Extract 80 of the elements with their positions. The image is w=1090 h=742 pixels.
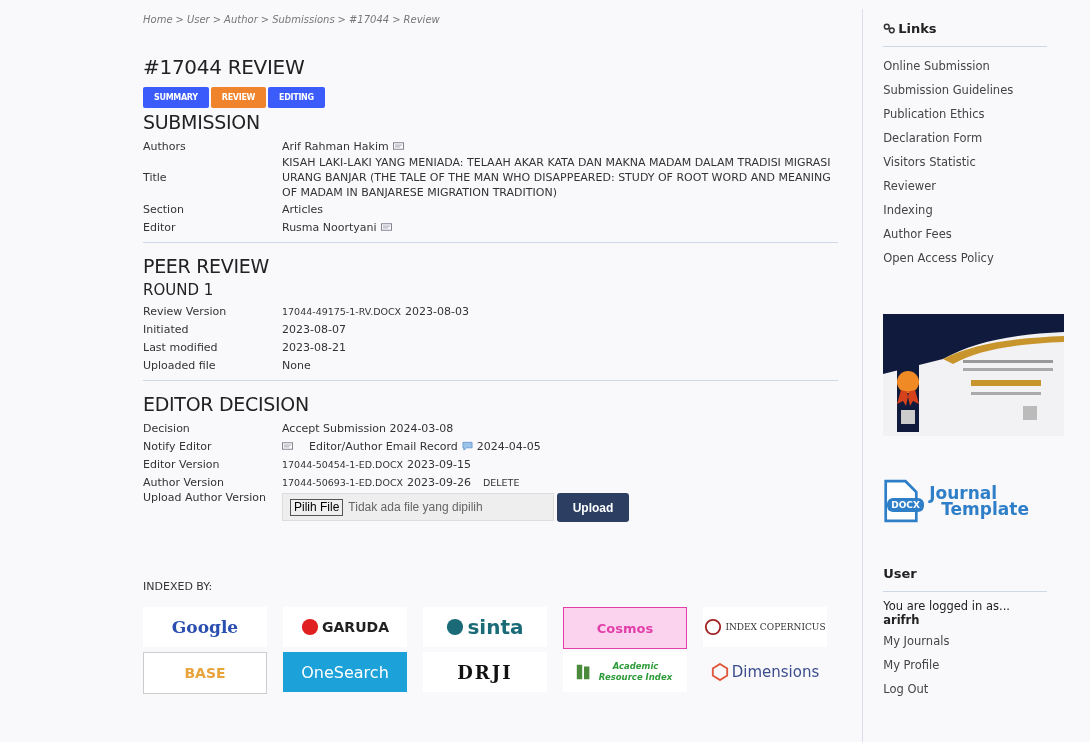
- indexer-logo[interactable]: INDEX COPERNICUS: [703, 607, 827, 647]
- field-label: Uploaded file: [143, 358, 217, 372]
- breadcrumb-link[interactable]: Submissions: [272, 14, 335, 25]
- sidebar-link[interactable]: Author Fees: [883, 222, 952, 246]
- breadcrumb-link[interactable]: Author: [224, 14, 258, 25]
- field-value: Articles: [282, 201, 324, 217]
- field-value: 2023-08-07: [282, 321, 346, 337]
- file-link[interactable]: 17044-50693-1-ED.DOCX: [282, 474, 404, 490]
- indexer-logo[interactable]: DRJI: [423, 652, 547, 692]
- field-label: Review Version: [143, 304, 228, 318]
- email-icon[interactable]: [392, 142, 404, 150]
- comment-icon[interactable]: [461, 441, 473, 451]
- journal-template-banner[interactable]: DOCX Journal Template: [883, 476, 1029, 526]
- breadcrumb-link[interactable]: Home: [143, 14, 173, 25]
- section-heading: EDITOR DECISION: [143, 393, 310, 415]
- page-title: #17044 REVIEW: [143, 55, 306, 79]
- indexed-by-label: INDEXED BY:: [143, 580, 214, 593]
- field-value: 2023-09-15: [407, 456, 471, 472]
- field-label: Section: [143, 202, 185, 216]
- round-heading: ROUND 1: [143, 281, 215, 299]
- breadcrumb-separator: >: [392, 14, 401, 25]
- sidebar-link[interactable]: Indexing: [883, 198, 933, 222]
- field-value: KISAH LAKI-LAKI YANG MENIADA: TELAAH AKAR KATA DAN MAKNA MADAM DALAM TRADISI MIGRASI URANG BANJAR (THE TALE OF THE MAN WHO DISAPPEARED: STUDY OF ROOT WORD AND MEANING OF MADAM IN BANJARESE MIGRATION TRADITION): [282, 155, 832, 200]
- sidebar-link[interactable]: Reviewer: [883, 174, 937, 198]
- field-value: Accept Submission 2024-03-08: [282, 420, 454, 436]
- sidebar-heading: User: [883, 566, 917, 581]
- login-status: You are logged in as...: [883, 599, 1010, 613]
- sidebar-link[interactable]: My Journals: [883, 629, 950, 653]
- field-label: Decision: [143, 421, 191, 435]
- file-input[interactable]: Pilih File Tidak ada file yang dipilih: [282, 493, 554, 521]
- breadcrumb-link[interactable]: User: [186, 14, 210, 25]
- field-value: Rusma Noortyani: [282, 219, 377, 235]
- indexer-logo[interactable]: GARUDA: [283, 607, 407, 647]
- breadcrumb-separator: >: [260, 14, 270, 25]
- username: arifrh: [883, 613, 920, 627]
- field-value: 2023-08-21: [282, 339, 346, 355]
- email-icon[interactable]: [282, 442, 293, 450]
- breadcrumb-link[interactable]: Review: [403, 14, 440, 25]
- sidebar-link[interactable]: Declaration Form: [883, 126, 983, 150]
- indexer-logo[interactable]: Dimensions: [703, 652, 827, 692]
- breadcrumb-link[interactable]: #17044: [349, 14, 390, 25]
- field-label: Editor Version: [143, 457, 221, 471]
- field-label: Upload Author Version: [143, 491, 268, 504]
- section-heading: SUBMISSION: [143, 111, 261, 133]
- sidebar-heading: Links: [898, 21, 937, 36]
- delete-link[interactable]: DELETE: [483, 474, 520, 490]
- sidebar-link[interactable]: Visitors Statistic: [883, 150, 976, 174]
- sidebar-link[interactable]: Open Access Policy: [883, 246, 994, 270]
- field-value: Arif Rahman Hakim: [282, 138, 389, 154]
- field-value: 2023-08-03: [405, 303, 470, 319]
- field-value: 2023-09-26: [407, 474, 471, 490]
- field-label: Editor: [143, 220, 177, 234]
- sidebar-link[interactable]: Submission Guidelines: [883, 78, 1014, 102]
- indexer-logo[interactable]: Academic Resource Index: [563, 652, 687, 692]
- sidebar-link[interactable]: Log Out: [883, 677, 929, 701]
- field-label: Last modified: [143, 340, 219, 354]
- field-label: Author Version: [143, 475, 225, 489]
- indexer-logo[interactable]: sinta: [423, 607, 547, 647]
- section-heading: PEER REVIEW: [143, 255, 270, 277]
- field-label: Title: [143, 171, 168, 184]
- sidebar-link[interactable]: My Profile: [883, 653, 940, 677]
- breadcrumb-separator: >: [212, 14, 222, 25]
- sidebar-link[interactable]: Publication Ethics: [883, 102, 985, 126]
- field-value: 2024-04-05: [476, 438, 541, 454]
- tab[interactable]: SUMMARY: [143, 87, 209, 108]
- email-icon[interactable]: [380, 223, 392, 231]
- breadcrumb-separator: >: [175, 14, 184, 25]
- field-label: Authors: [143, 139, 187, 153]
- email-record-link[interactable]: Editor/Author Email Record: [309, 438, 458, 454]
- field-label: Notify Editor: [143, 439, 213, 453]
- upload-button[interactable]: Upload: [557, 493, 629, 522]
- sidebar-link[interactable]: Online Submission: [883, 54, 990, 78]
- breadcrumb-separator: >: [337, 14, 346, 25]
- file-link[interactable]: 17044-49175-1-RV.DOCX: [282, 303, 402, 319]
- field-label: Initiated: [143, 322, 190, 336]
- indexer-logo[interactable]: Google: [143, 607, 267, 647]
- link-icon: [883, 23, 897, 34]
- tab[interactable]: EDITING: [268, 87, 325, 108]
- file-link[interactable]: 17044-50454-1-ED.DOCX: [282, 456, 404, 472]
- field-value: None: [282, 357, 311, 373]
